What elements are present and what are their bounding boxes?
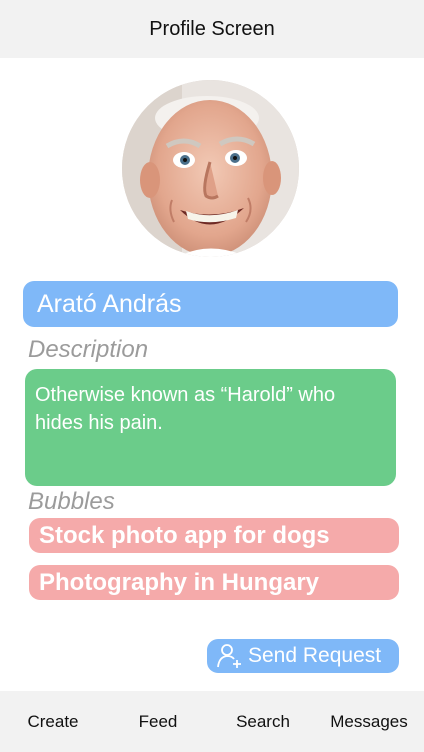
avatar-photo: [122, 80, 299, 257]
tab-label: Create: [27, 711, 79, 731]
tab-label: Feed: [138, 711, 178, 731]
bubble-item[interactable]: Photography in Hungary: [29, 565, 399, 600]
avatar: [122, 80, 299, 257]
add-user-icon: [212, 639, 246, 673]
header-bar: Profile Screen: [0, 0, 424, 58]
tab-create[interactable]: Create: [0, 691, 106, 752]
tab-feed[interactable]: Feed: [106, 691, 210, 752]
bubbles-label: Bubbles: [28, 488, 115, 515]
bubble-label: Stock photo app for dogs: [39, 521, 330, 549]
tab-bar: Create Feed Search Messages: [0, 691, 424, 752]
tab-search[interactable]: Search: [210, 691, 316, 752]
description-label: Description: [28, 336, 149, 363]
send-request-button[interactable]: Send Request: [207, 639, 399, 673]
bubble-label: Photography in Hungary: [39, 568, 320, 596]
tab-messages[interactable]: Messages: [316, 691, 422, 752]
page-title: Profile Screen: [149, 17, 275, 40]
send-request-label: Send Request: [248, 644, 382, 667]
bubble-item[interactable]: Stock photo app for dogs: [29, 518, 399, 553]
profile-name: Arató András: [23, 281, 398, 327]
description-box: Otherwise known as “Harold” who hides hi…: [25, 369, 396, 486]
tab-label: Messages: [330, 711, 408, 731]
tab-label: Search: [236, 711, 290, 731]
